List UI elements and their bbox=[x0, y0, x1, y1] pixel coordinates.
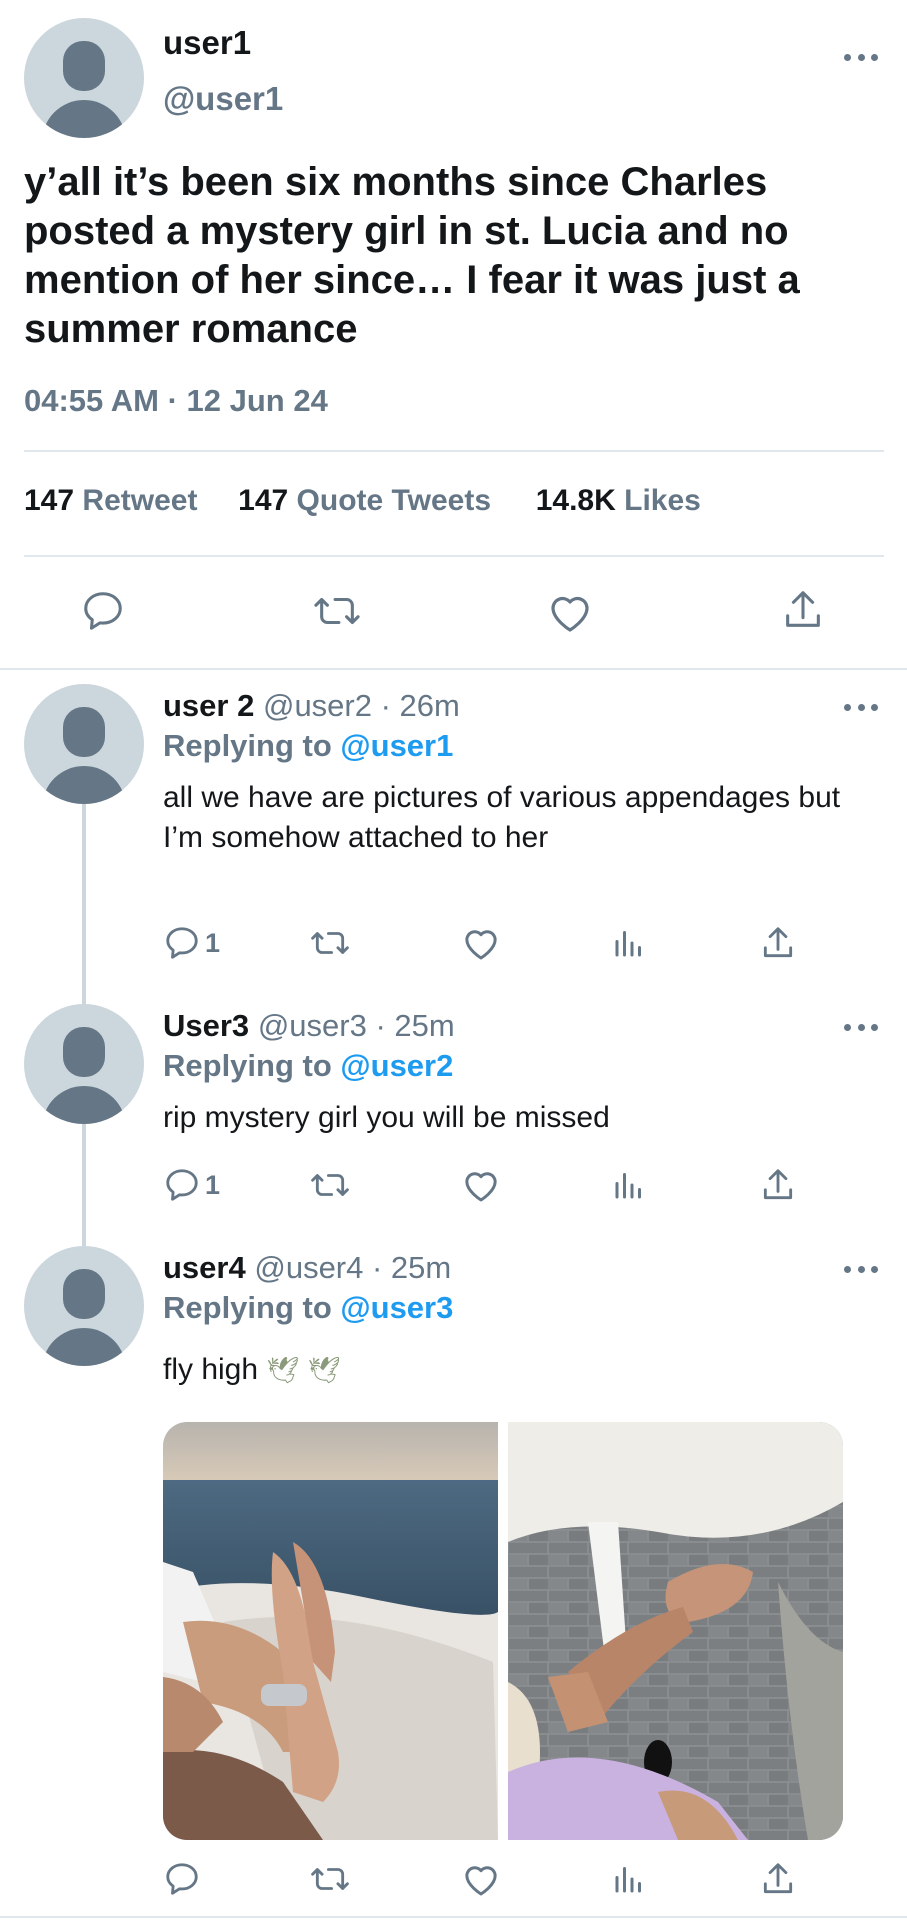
replying-to-link[interactable]: @user3 bbox=[340, 1290, 453, 1325]
share-icon[interactable] bbox=[780, 586, 826, 634]
replying-to: Replying to @user2 bbox=[163, 1048, 454, 1083]
reply-text: fly high 🕊 🕊 bbox=[163, 1353, 341, 1386]
analytics-icon[interactable] bbox=[611, 924, 647, 962]
author-handle[interactable]: @user4 · 25m bbox=[254, 1250, 451, 1285]
share-icon[interactable] bbox=[759, 924, 797, 962]
avatar[interactable] bbox=[24, 1246, 144, 1366]
share-icon[interactable] bbox=[759, 1860, 797, 1898]
replying-to: Replying to @user1 bbox=[163, 728, 454, 763]
reply-header: user4 @user4 · 25m bbox=[163, 1250, 451, 1286]
tweet-timestamp: 04:55 AM · 12 Jun 24 bbox=[24, 383, 328, 418]
reply-count: 1 bbox=[205, 1169, 221, 1200]
like-icon[interactable] bbox=[461, 1860, 501, 1898]
retweet-icon[interactable] bbox=[312, 588, 362, 634]
reply-icon bbox=[166, 927, 198, 959]
replying-to-link[interactable]: @user1 bbox=[340, 728, 453, 763]
author-name[interactable]: user1 bbox=[163, 24, 251, 62]
photo-holding-hands[interactable] bbox=[508, 1422, 843, 1840]
author-name[interactable]: user 2 bbox=[163, 688, 254, 723]
retweet-icon[interactable] bbox=[309, 1860, 351, 1898]
reply-count: 1 bbox=[205, 927, 221, 958]
analytics-icon[interactable] bbox=[611, 1860, 647, 1898]
divider bbox=[24, 555, 884, 557]
section-divider bbox=[0, 668, 907, 670]
quote-stat[interactable]: 147 Quote Tweets bbox=[238, 484, 491, 517]
more-options-icon[interactable] bbox=[844, 702, 878, 712]
avatar[interactable] bbox=[24, 18, 144, 138]
like-icon[interactable] bbox=[546, 590, 594, 634]
author-handle[interactable]: @user3 · 25m bbox=[258, 1008, 455, 1043]
retweet-icon[interactable] bbox=[309, 924, 351, 962]
media-grid[interactable] bbox=[163, 1422, 843, 1840]
reply-actions: 1 bbox=[163, 1166, 803, 1206]
reply-button[interactable]: 1 bbox=[163, 1166, 220, 1204]
like-icon[interactable] bbox=[461, 1166, 501, 1204]
more-options-icon[interactable] bbox=[844, 1022, 878, 1032]
media-gap bbox=[498, 1422, 508, 1840]
avatar[interactable] bbox=[24, 1004, 144, 1124]
author-name[interactable]: user4 bbox=[163, 1250, 246, 1285]
author-name[interactable]: User3 bbox=[163, 1008, 249, 1043]
reply-icon bbox=[166, 1169, 198, 1201]
reply-text: all we have are pictures of various appe… bbox=[163, 781, 841, 854]
more-options-icon[interactable] bbox=[844, 1264, 878, 1274]
reply-button[interactable]: 1 bbox=[163, 924, 220, 962]
more-options-icon[interactable] bbox=[844, 52, 878, 62]
reply-actions: 1 bbox=[163, 924, 803, 964]
dove-emoji: 🕊 🕊 bbox=[266, 1356, 341, 1386]
retweet-stat[interactable]: 147 Retweet bbox=[24, 484, 197, 517]
divider bbox=[24, 450, 884, 452]
reply-text: rip mystery girl you will be missed bbox=[163, 1101, 610, 1134]
author-handle[interactable]: @user2 · 26m bbox=[263, 688, 460, 723]
tweet-text: y’all it’s been six months since Charles… bbox=[24, 160, 800, 351]
retweet-icon[interactable] bbox=[309, 1166, 351, 1204]
like-icon[interactable] bbox=[461, 924, 501, 962]
reply-header: user 2 @user2 · 26m bbox=[163, 688, 460, 724]
share-icon[interactable] bbox=[759, 1166, 797, 1204]
main-tweet: user1 @user1 y’all it’s been six months … bbox=[0, 0, 907, 668]
photo-boat-sea[interactable] bbox=[163, 1422, 498, 1840]
reply-icon[interactable] bbox=[80, 588, 126, 634]
avatar[interactable] bbox=[24, 684, 144, 804]
bottom-divider bbox=[0, 1916, 907, 1918]
reply-header: User3 @user3 · 25m bbox=[163, 1008, 455, 1044]
reply-icon bbox=[166, 1863, 198, 1895]
tweet-stats: 147 Retweet 147 Quote Tweets 14.8K Likes bbox=[24, 484, 701, 518]
analytics-icon[interactable] bbox=[611, 1166, 647, 1204]
replying-to-link[interactable]: @user2 bbox=[340, 1048, 453, 1083]
reply-button[interactable] bbox=[163, 1860, 205, 1898]
likes-stat[interactable]: 14.8K Likes bbox=[536, 484, 701, 517]
replying-to: Replying to @user3 bbox=[163, 1290, 454, 1325]
reply-tweet: user4 @user4 · 25m Replying to @user3 fl… bbox=[0, 1246, 907, 1416]
reply-actions bbox=[163, 1860, 803, 1900]
author-handle[interactable]: @user1 bbox=[163, 80, 283, 118]
